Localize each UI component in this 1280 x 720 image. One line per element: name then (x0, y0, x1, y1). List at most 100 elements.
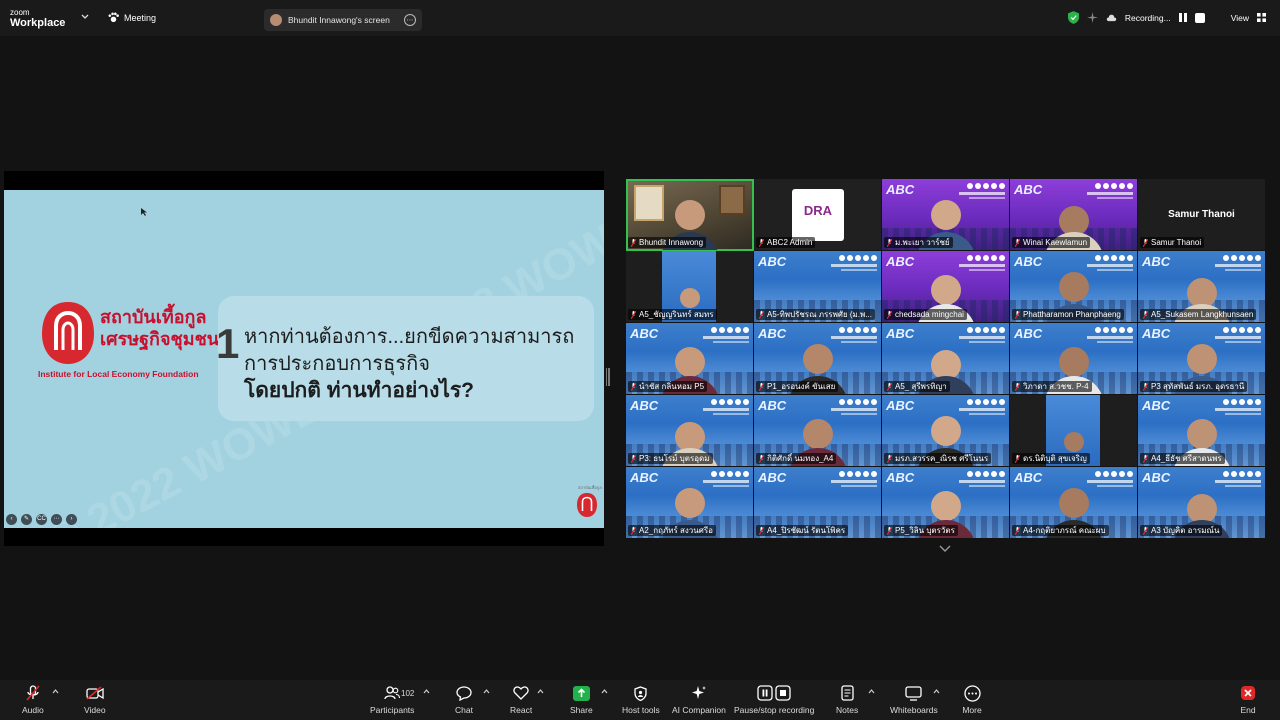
participant-name-tag: นำชัส กลิ่นหอม P5 (628, 381, 708, 392)
participants-icon (382, 684, 402, 702)
partner-logos (967, 255, 1005, 261)
chat-button[interactable]: Chat (454, 684, 474, 715)
abc-logo: ABC (1014, 254, 1043, 269)
mic-muted-icon (1143, 310, 1148, 319)
question-line3: โดยปกติ ท่านทำอย่างไร? (244, 379, 474, 402)
participant-name-tag: A5-ทิพปรัชรณ ภรรพศัย (ม.พ... (756, 309, 875, 320)
pen-icon[interactable]: ✎ (21, 514, 32, 525)
participant-tile[interactable]: ABC A5_Sukasem Langkhunsaen (1138, 251, 1266, 323)
screen-share-pill[interactable]: Bhundit Innawong's screen ⋯ (264, 9, 422, 31)
participant-name: A5_ชัญญรินทร์ สมทร (639, 310, 714, 319)
chevron-up-icon[interactable] (933, 689, 940, 694)
participant-tile[interactable]: ABC A5_ สุรีพรทิญา (882, 323, 1010, 395)
more-dots-icon[interactable]: ⋯ (51, 514, 62, 525)
chevron-down-icon[interactable] (80, 12, 90, 22)
pause-stop-recording-button[interactable]: Pause/stop recording (734, 684, 814, 715)
pause-recording-icon[interactable] (1178, 13, 1187, 22)
participant-tile[interactable]: ดร.นิติบุติ สุขเจริญ (1010, 395, 1138, 467)
mic-muted-icon (887, 526, 892, 535)
participant-name: วิภาดา ส.วชช. P-4 (1023, 382, 1089, 391)
participant-name-tag: A2_กฤภัทร์ สงวนศรีอ (628, 525, 716, 536)
participant-tile[interactable]: ABC A3 บัญคิต อารมณ์น (1138, 467, 1266, 539)
participant-tile[interactable]: ABC กิติศักดิ์ นมทอง_A4 (754, 395, 882, 467)
participant-tile[interactable]: ABC นำชัส กลิ่นหอม P5 (626, 323, 754, 395)
presentation-slide[interactable]: © 2022 WOWLE PMUA © 2022 WOWLE PMUA สถาบ… (4, 190, 604, 528)
pause-stop-recording-label: Pause/stop recording (734, 705, 815, 715)
share-button[interactable]: Share (570, 684, 593, 715)
zoom-workplace-logo[interactable]: zoom Workplace (10, 8, 65, 29)
mic-muted-icon (759, 454, 764, 463)
chevron-up-icon[interactable] (483, 689, 490, 694)
chevron-up-icon[interactable] (868, 689, 875, 694)
participant-tile[interactable]: ABC A4_ธีธัช ศรีสาดนพร (1138, 395, 1266, 467)
participant-tile[interactable]: ABC P3 สุทัสพันธ์ มรภ. อุดรธานี (1138, 323, 1266, 395)
notes-button[interactable]: Notes (836, 684, 858, 715)
participant-tile[interactable]: ABC Winai Kaewlamun (1010, 179, 1138, 251)
participant-name: P3: ธนโรม์ บุตรอุดม (639, 454, 710, 463)
participant-name-tag: วิภาดา ส.วชช. P-4 (1012, 381, 1092, 392)
participant-name-tag: มรภ.สวรรค_ณิรช ศรีโนนร (884, 453, 992, 464)
splitter-handle[interactable] (606, 368, 611, 386)
org-name-thai-line2: เศรษฐกิจชุมชน (100, 329, 220, 349)
ai-companion-button[interactable]: AI Companion (672, 684, 726, 715)
grid-icon[interactable] (1257, 13, 1266, 22)
video-off-icon (85, 684, 105, 702)
participant-tile[interactable]: ABC chedsada mingchai (882, 251, 1010, 323)
participant-tile[interactable]: Bhundit Innawong (626, 179, 754, 251)
participant-name: กิติศักดิ์ นมทอง_A4 (767, 454, 834, 463)
host-tools-label: Host tools (622, 705, 660, 715)
chevron-up-icon[interactable] (52, 689, 59, 694)
sparkle-icon[interactable] (1086, 12, 1098, 23)
mic-muted-icon (23, 684, 43, 702)
audio-button[interactable]: Audio (22, 684, 44, 715)
participant-tile[interactable]: ABC มรภ.สวรรค_ณิรช ศรีโนนร (882, 395, 1010, 467)
participant-tile[interactable]: ABC A5-ทิพปรัชรณ ภรรพศัย (ม.พ... (754, 251, 882, 323)
more-options-icon[interactable]: ⋯ (404, 14, 416, 26)
stop-recording-icon[interactable] (1194, 12, 1205, 23)
participant-tile[interactable]: ABC A4-กฤติยาภรณ์ คณะผบ (1010, 467, 1138, 539)
shield-check-icon[interactable] (1067, 11, 1079, 24)
participant-name-tag: ดร.นิติบุติ สุขเจริญ (1012, 453, 1090, 464)
participant-name: Bhundit Innawong (639, 238, 704, 247)
participant-tile[interactable]: Samur Thanoi Samur Thanoi (1138, 179, 1266, 251)
react-button[interactable]: React (510, 684, 532, 715)
view-button[interactable]: View (1231, 13, 1249, 23)
whiteboards-button[interactable]: Whiteboards (890, 684, 938, 715)
end-meeting-button[interactable]: End (1238, 684, 1258, 715)
mic-muted-icon (759, 382, 764, 391)
host-tools-button[interactable]: Host tools (622, 684, 660, 715)
participant-tile[interactable]: DRA ABC2 Admin (754, 179, 882, 251)
more-button[interactable]: More (962, 684, 982, 715)
participant-tile[interactable]: ABC P3: ธนโรม์ บุตรอุดม (626, 395, 754, 467)
more-label: More (962, 705, 982, 715)
participant-name-tag: ABC2 Admin (756, 237, 816, 248)
chevron-down-icon[interactable] (939, 545, 951, 553)
cc-icon[interactable]: CC (36, 514, 47, 525)
abc-logo: ABC (1014, 326, 1043, 341)
chevron-up-icon[interactable] (601, 689, 608, 694)
abc-logo: ABC (886, 182, 915, 197)
participant-name-tag: กิติศักดิ์ นมทอง_A4 (756, 453, 837, 464)
partner-logos (967, 327, 1005, 333)
share-screen-icon (571, 684, 591, 702)
participant-tile[interactable]: ABC วิภาดา ส.วชช. P-4 (1010, 323, 1138, 395)
participant-tile[interactable]: A5_ชัญญรินทร์ สมทร (626, 251, 754, 323)
participant-name: P5_วิลิน บุตรวัตร (895, 526, 955, 535)
participant-name: มรภ.สวรรค_ณิรช ศรีโนนร (895, 454, 989, 463)
next-slide-icon[interactable]: › (66, 514, 77, 525)
participant-tile[interactable]: ABC Phattharamon Phanphaeng (1010, 251, 1138, 323)
participant-name: ดร.นิติบุติ สุขเจริญ (1023, 454, 1087, 463)
participant-tile[interactable]: ABC A4_ปิรชัฒน์ รัตนโพิคร (754, 467, 882, 539)
meeting-info-button[interactable]: Meeting (108, 12, 156, 23)
participant-tile[interactable]: ABC ม.พะเยา วาร์ชย์ (882, 179, 1010, 251)
participant-tile[interactable]: ABC A2_กฤภัทร์ สงวนศรีอ (626, 467, 754, 539)
participant-tile[interactable]: ABC P5_วิลิน บุตรวัตร (882, 467, 1010, 539)
mic-muted-icon (887, 382, 892, 391)
chevron-up-icon[interactable] (537, 689, 544, 694)
prev-slide-icon[interactable]: ‹ (6, 514, 17, 525)
chevron-up-icon[interactable] (423, 689, 430, 694)
participants-label: Participants (370, 705, 415, 715)
participant-tile[interactable]: ABC P1_อรอนงค์ ขันเสย (754, 323, 882, 395)
video-button[interactable]: Video (84, 684, 106, 715)
pause-stop-icon (757, 684, 791, 702)
